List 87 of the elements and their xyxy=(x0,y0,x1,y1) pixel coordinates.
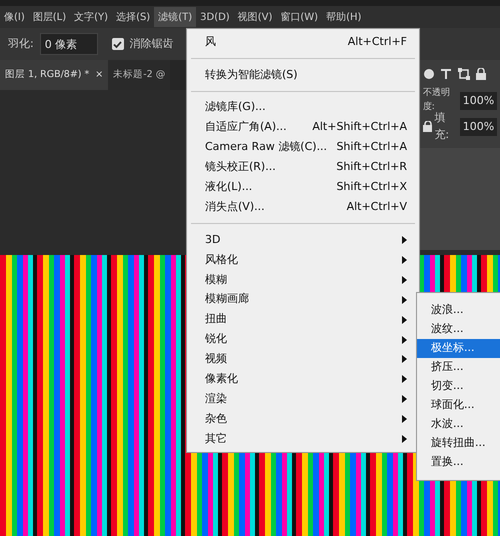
close-icon[interactable]: × xyxy=(95,68,104,82)
menu-bar-item[interactable]: 视图(V) xyxy=(234,7,276,27)
menu-item[interactable]: 视频 xyxy=(187,349,419,370)
opacity-label: 不透明度: xyxy=(422,87,451,112)
submenu-item[interactable]: 挤压... xyxy=(417,358,500,377)
menu-bar-item[interactable]: 滤镜(T) xyxy=(154,7,196,27)
menu-bar-item[interactable]: 文字(Y) xyxy=(70,7,112,27)
feather-label: 羽化: xyxy=(8,36,34,52)
menu-bar-item[interactable]: 像(I) xyxy=(0,7,29,27)
fill-field[interactable]: 100% xyxy=(460,118,498,136)
submenu-item[interactable]: 球面化... xyxy=(417,396,500,415)
menu-bar-item[interactable]: 选择(S) xyxy=(112,7,154,27)
submenu-label: 锐化 xyxy=(205,331,227,348)
menu-item-label: 镜头校正(R)... xyxy=(205,159,276,176)
menu-bar-item[interactable]: 窗口(W) xyxy=(276,7,322,27)
shortcut-label: Shift+Ctrl+R xyxy=(336,159,407,176)
menu-item[interactable]: 模糊画廊 xyxy=(187,290,419,310)
submenu-label: 杂色 xyxy=(205,410,227,427)
menu-item-label: 风 xyxy=(205,34,216,50)
submenu-label: 渲染 xyxy=(205,390,227,407)
type-icon[interactable] xyxy=(440,68,452,80)
menu-item[interactable]: 模糊 xyxy=(187,270,419,290)
submenu-label: 3D xyxy=(205,232,220,248)
submenu-label: 扭曲 xyxy=(205,311,227,328)
submenu-arrow-icon xyxy=(402,434,407,443)
anti-alias-checkbox[interactable] xyxy=(112,38,124,50)
shortcut-label: Alt+Ctrl+V xyxy=(346,198,407,215)
submenu-arrow-icon xyxy=(402,336,407,344)
menu-item[interactable]: Camera Raw 滤镜(C)... Shift+Ctrl+A xyxy=(187,138,419,158)
submenu-label: 模糊画廊 xyxy=(205,291,249,308)
menu-item-label: 液化(L)... xyxy=(205,179,252,196)
submenu-label: 其它 xyxy=(205,430,227,447)
menu-item[interactable]: 风 Alt+Ctrl+F xyxy=(187,32,419,52)
menu-item[interactable]: 像素化 xyxy=(187,369,419,390)
lock-icon[interactable] xyxy=(422,121,432,132)
document-tab[interactable]: 图层 1, RGB/8#) * × xyxy=(0,60,108,90)
transform-icon[interactable] xyxy=(458,68,470,80)
submenu-arrow-icon xyxy=(402,415,407,424)
feather-field[interactable]: 0 像素 xyxy=(40,33,98,55)
document-tab[interactable]: 未标题-2 @ xyxy=(108,60,170,90)
menu-item-label: 消失点(V)... xyxy=(205,198,265,215)
submenu-arrow-icon xyxy=(402,236,407,244)
submenu-item[interactable]: 波纹... xyxy=(417,320,500,339)
menu-item[interactable]: 3D xyxy=(187,230,419,250)
shortcut-label: Alt+Ctrl+F xyxy=(348,34,407,50)
submenu-arrow-icon xyxy=(402,316,407,324)
menu-item[interactable]: 风格化 xyxy=(187,250,419,270)
submenu-arrow-icon xyxy=(402,296,407,304)
menu-item[interactable]: 镜头校正(R)... Shift+Ctrl+R xyxy=(187,157,419,178)
submenu-label: 风格化 xyxy=(205,252,238,268)
submenu-arrow-icon xyxy=(402,256,407,264)
submenu-item[interactable]: 置换... xyxy=(417,453,500,472)
submenu-arrow-icon xyxy=(402,355,407,364)
menu-item-label: 自适应广角(A)... xyxy=(205,119,287,136)
menu-item[interactable]: 渲染 xyxy=(187,389,419,410)
menu-item[interactable]: 滤镜库(G)... xyxy=(187,98,419,118)
submenu-label: 视频 xyxy=(205,351,227,368)
menu-item[interactable]: 锐化 xyxy=(187,330,419,350)
shortcut-label: Shift+Ctrl+X xyxy=(336,179,407,196)
submenu-item[interactable]: 切变... xyxy=(417,377,500,396)
opacity-field[interactable]: 100% xyxy=(460,92,498,110)
submenu-arrow-icon xyxy=(402,276,407,284)
menu-item[interactable]: 液化(L)... Shift+Ctrl+X xyxy=(187,177,419,198)
submenu-item[interactable]: 波浪... xyxy=(417,301,500,320)
shortcut-label: Shift+Ctrl+A xyxy=(336,139,407,156)
lock-icon[interactable] xyxy=(475,68,488,80)
circle-icon[interactable] xyxy=(422,68,435,80)
anti-alias-label: 消除锯齿 xyxy=(130,36,174,52)
menu-item[interactable]: 其它 xyxy=(187,429,419,449)
menu-item[interactable]: 转换为智能滤镜(S) xyxy=(187,64,419,85)
submenu-item[interactable]: 水波... xyxy=(417,415,500,434)
menu-bar-item[interactable]: 3D(D) xyxy=(196,7,234,27)
fill-label: 填充: xyxy=(434,110,450,143)
submenu-arrow-icon xyxy=(402,375,407,384)
menu-item-label: Camera Raw 滤镜(C)... xyxy=(205,139,328,156)
menu-item[interactable]: 自适应广角(A)... Alt+Shift+Ctrl+A xyxy=(187,118,419,138)
submenu-item[interactable]: 极坐标... xyxy=(417,339,500,358)
menu-bar-item[interactable]: 图层(L) xyxy=(28,7,70,27)
submenu-arrow-icon xyxy=(402,395,407,404)
menu-item[interactable]: 扭曲 xyxy=(187,310,419,330)
menu-bar-item[interactable]: 帮助(H) xyxy=(322,7,366,27)
submenu-label: 像素化 xyxy=(205,371,238,388)
submenu-label: 模糊 xyxy=(205,272,227,288)
shortcut-label: Alt+Shift+Ctrl+A xyxy=(312,119,407,136)
menu-item[interactable]: 杂色 xyxy=(187,409,419,430)
submenu-item[interactable]: 旋转扭曲... xyxy=(417,434,500,453)
menu-item[interactable]: 消失点(V)... Alt+Ctrl+V xyxy=(187,197,419,218)
